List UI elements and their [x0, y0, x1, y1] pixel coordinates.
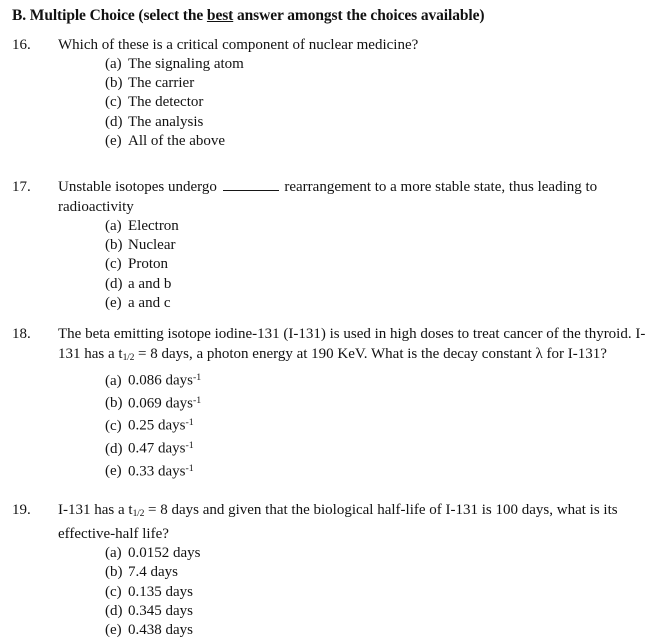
option-label: (e) [105, 132, 122, 149]
option-text: The analysis [128, 113, 204, 130]
option-label: (e) [105, 463, 122, 480]
option-exponent: -1 [193, 394, 202, 406]
option-text: 0.0152 days [128, 545, 201, 562]
question-stem: The beta emitting isotope iodine-131 (I-… [58, 324, 658, 368]
option-list: (a) 0.086 days-1 (b) 0.069 days-1 (c) 0.25 … [0, 368, 672, 481]
option-item[interactable]: (d) a and b [105, 275, 672, 294]
option-label: (a) [105, 218, 122, 234]
question-block-16: 16. Which of these is a critical compone… [0, 35, 672, 151]
option-label: (c) [105, 94, 122, 111]
option-exponent: -1 [185, 462, 194, 474]
question-stem-part1: I-131 has a t [58, 502, 133, 518]
option-label: (d) [105, 275, 123, 292]
option-exponent: -1 [193, 372, 202, 384]
option-list: (a) The signaling atom (b) The carrier (c)… [0, 55, 672, 151]
question-stem-part2: = 8 days, a photon energy at 190 KeV. Wh… [134, 346, 607, 362]
section-heading-suffix: answer amongst the choices available) [233, 7, 485, 24]
option-item[interactable]: (b) 7.4 days [105, 563, 672, 582]
option-text: 7.4 days [128, 564, 178, 581]
question-stem: I-131 has a t1/2 = 8 days and given that… [58, 500, 658, 544]
option-label: (a) [105, 56, 122, 72]
option-item[interactable]: (b) 0.069 days-1 [105, 391, 672, 414]
option-value: 0.086 days [128, 372, 193, 389]
option-item[interactable]: (b) Nuclear [105, 236, 672, 255]
option-item[interactable]: (e) 0.33 days-1 [105, 459, 672, 482]
option-label: (e) [105, 294, 122, 311]
question-stem: Unstable isotopes undergo rearrangement … [58, 177, 658, 217]
option-label: (d) [105, 440, 123, 457]
option-item[interactable]: (c) 0.25 days-1 [105, 413, 672, 436]
question-number: 17. [12, 179, 31, 195]
option-item[interactable]: (d) The analysis [105, 113, 672, 132]
option-text: 0.345 days [128, 602, 193, 619]
option-item[interactable]: (c) 0.135 days [105, 583, 672, 602]
option-text: 0.135 days [128, 583, 193, 600]
section-heading: B. Multiple Choice (select the best answ… [12, 6, 485, 25]
option-text: a and c [128, 294, 171, 311]
option-text: All of the above [128, 132, 226, 149]
option-text: The carrier [128, 75, 195, 92]
option-list: (a) 0.0152 days (b) 7.4 days (c) 0.135 days… [0, 544, 672, 640]
option-item[interactable]: (c) Proton [105, 255, 672, 274]
question-block-19: 19. I-131 has a t1/2 = 8 days and given … [0, 500, 672, 640]
option-label: (a) [105, 545, 122, 562]
option-item[interactable]: (d) 0.345 days [105, 602, 672, 621]
option-item[interactable]: (e) 0.438 days [105, 621, 672, 640]
option-exponent: -1 [185, 417, 194, 429]
question-stem: Which of these is a critical component o… [58, 37, 419, 53]
question-number: 19. [12, 502, 31, 518]
option-item[interactable]: (e) a and c [105, 294, 672, 313]
option-item[interactable]: (a) 0.0152 days [105, 544, 672, 563]
option-item[interactable]: (a) The signaling atom [105, 55, 672, 74]
option-text: Nuclear [128, 237, 176, 254]
document-page: B. Multiple Choice (select the best answ… [0, 0, 672, 638]
option-item[interactable]: (a) 0.086 days-1 [105, 368, 672, 391]
section-heading-emphasis: best [206, 7, 234, 24]
option-item[interactable]: (e) All of the above [105, 132, 672, 151]
question-block-18: 18. The beta emitting isotope iodine-131… [0, 324, 672, 481]
option-label: (b) [105, 237, 123, 254]
option-value: 0.33 days [128, 463, 186, 480]
option-label: (d) [105, 602, 123, 619]
option-text: Proton [128, 256, 169, 273]
option-label: (b) [105, 75, 123, 92]
option-list: (a) Electron (b) Nuclear (c) Proton (d) a an… [0, 217, 672, 313]
option-value: 0.25 days [128, 417, 186, 434]
option-text: Electron [128, 218, 179, 234]
option-item[interactable]: (c) The detector [105, 93, 672, 112]
option-value: 0.069 days [128, 395, 193, 412]
question-stem-before-blank: Unstable isotopes undergo [58, 179, 217, 195]
option-label: (c) [105, 256, 122, 273]
option-label: (e) [105, 621, 122, 638]
half-life-subscript: 1/2 [132, 508, 145, 520]
option-item[interactable]: (b) The carrier [105, 74, 672, 93]
option-label: (c) [105, 583, 122, 600]
question-number: 18. [12, 326, 31, 342]
fill-in-blank[interactable] [222, 179, 279, 191]
section-heading-prefix: B. Multiple Choice (select the [12, 7, 207, 24]
option-item[interactable]: (a) Electron [105, 217, 672, 236]
option-text: a and b [128, 275, 172, 292]
question-number: 16. [12, 37, 31, 53]
option-label: (a) [105, 372, 122, 389]
option-value: 0.47 days [128, 440, 186, 457]
option-exponent: -1 [185, 440, 194, 452]
option-label: (d) [105, 113, 123, 130]
option-text: The signaling atom [128, 56, 244, 72]
option-label: (c) [105, 417, 122, 434]
question-block-17: 17. Unstable isotopes undergo rearrangem… [0, 177, 672, 313]
half-life-subscript: 1/2 [122, 352, 135, 364]
option-item[interactable]: (d) 0.47 days-1 [105, 436, 672, 459]
option-text: The detector [128, 94, 204, 111]
option-label: (b) [105, 564, 123, 581]
option-label: (b) [105, 395, 123, 412]
